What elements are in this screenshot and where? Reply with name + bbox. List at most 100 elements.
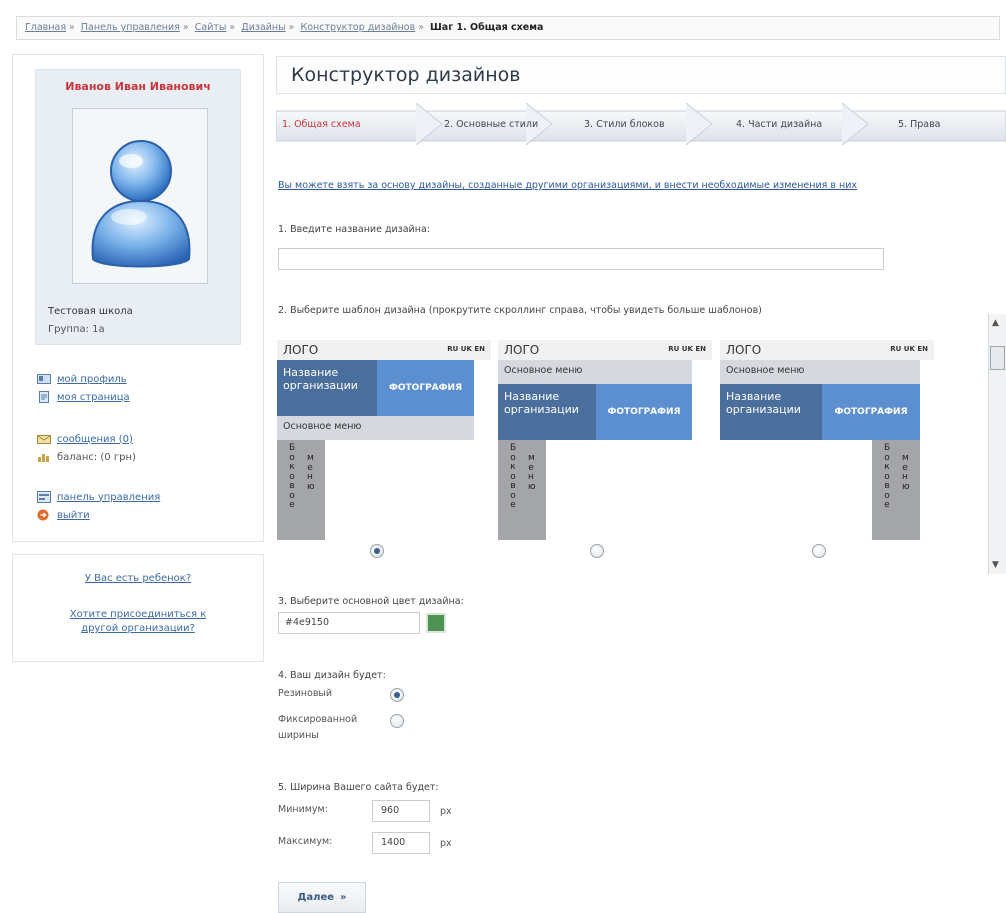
breadcrumb-separator: » [229, 22, 236, 33]
avatar[interactable] [72, 108, 208, 284]
kids-question-link[interactable]: У Вас есть ребенок? [13, 573, 263, 584]
template-side-block: Боковое меню [872, 440, 920, 540]
sidebar-link-logout[interactable]: выйти [57, 510, 90, 521]
join-organization-link[interactable]: Хотите присоединиться к другой организац… [53, 608, 223, 636]
breadcrumb-separator: » [69, 22, 75, 33]
breadcrumb-separator: » [182, 22, 189, 33]
sidebar-item-logout[interactable]: выйти [37, 509, 90, 521]
kids-card: У Вас есть ребенок? Хотите присоединитьс… [12, 554, 264, 662]
sidebar: Иванов Иван Иванович Тестовая школа Груп… [12, 54, 264, 542]
template-1[interactable]: ЛОГО RU UK EN Название организации ФОТОГ… [277, 340, 491, 540]
template-2-radio[interactable] [590, 544, 604, 558]
template-logo-text: ЛОГО [504, 343, 540, 357]
question-3-label: 3. Выберите основной цвет дизайна: [278, 596, 464, 607]
template-logo-text: ЛОГО [726, 343, 762, 357]
next-button-label: Далее [297, 892, 335, 903]
breadcrumb-panel[interactable]: Панель управления [81, 22, 180, 33]
sidebar-item-panel[interactable]: панель управления [37, 491, 160, 503]
templates-scrollbar[interactable]: ▲ ▼ [988, 314, 1006, 574]
template-org-block: Название организации [277, 360, 377, 416]
question-1-label: 1. Введите название дизайна: [278, 224, 430, 235]
sidebar-item-profile[interactable]: мой профиль [37, 373, 127, 385]
min-width-label: Минимум: [278, 804, 328, 815]
question-5-label: 5. Ширина Вашего сайта будет: [278, 782, 439, 793]
group-name: Группа: 1а [48, 324, 105, 335]
breadcrumb-separator: » [288, 22, 295, 33]
template-side-block: Боковое меню [498, 440, 546, 540]
info-link[interactable]: Вы можете взять за основу дизайны, созда… [278, 180, 857, 191]
scroll-up-arrow-icon[interactable]: ▲ [992, 318, 999, 328]
profile-card: Иванов Иван Иванович Тестовая школа Груп… [35, 69, 241, 345]
template-side-col-2: меню [902, 453, 910, 492]
template-2[interactable]: ЛОГО RU UK EN Основное меню Название орг… [498, 340, 712, 540]
layout-option-fluid-label: Резиновый [278, 688, 333, 699]
sidebar-item-page[interactable]: моя страница [37, 391, 130, 403]
step-5-tab[interactable]: 5. Права [898, 103, 941, 145]
template-menu-block: Основное меню [498, 360, 692, 384]
wizard-steps: 1. Общая схема 2. Основные стили 3. Стил… [276, 103, 1006, 145]
breadcrumb-sites[interactable]: Сайты [195, 22, 227, 33]
school-name: Тестовая школа [48, 306, 133, 317]
step-1-tab[interactable]: 1. Общая схема [282, 103, 361, 145]
sidebar-link-panel[interactable]: панель управления [57, 492, 160, 503]
layout-option-fixed-label: Фиксированной ширины [278, 714, 358, 741]
step-3-label: 3. Стили блоков [584, 118, 665, 130]
step-2-tab[interactable]: 2. Основные стили [444, 103, 538, 145]
template-org-block: Название организации [720, 384, 822, 440]
sidebar-item-messages[interactable]: сообщения (0) [37, 433, 133, 445]
template-1-radio[interactable] [370, 544, 384, 558]
scroll-down-arrow-icon[interactable]: ▼ [992, 560, 999, 570]
step-3-tab[interactable]: 3. Стили блоков [584, 103, 665, 145]
template-3[interactable]: ЛОГО RU UK EN Основное меню Название орг… [720, 340, 934, 540]
layout-fixed-radio[interactable] [390, 714, 404, 728]
page-title-bar: Конструктор дизайнов [276, 56, 1006, 94]
breadcrumb-constructor[interactable]: Конструктор дизайнов [300, 22, 415, 33]
breadcrumb-designs[interactable]: Дизайны [241, 22, 285, 33]
breadcrumb-home[interactable]: Главная [25, 22, 66, 33]
design-name-input[interactable] [278, 248, 884, 270]
step-4-tab[interactable]: 4. Части дизайна [736, 103, 822, 145]
template-org-block: Название организации [498, 384, 596, 440]
next-button[interactable]: Далее » [278, 882, 366, 913]
max-width-input[interactable]: 1400 [372, 832, 430, 854]
max-width-unit: px [440, 838, 452, 849]
template-logo-row: ЛОГО RU UK EN [498, 340, 712, 360]
step-2-label: 2. Основные стили [444, 118, 539, 130]
scroll-thumb[interactable] [990, 346, 1005, 370]
sidebar-link-profile[interactable]: мой профиль [57, 374, 127, 385]
step-5-label: 5. Права [898, 118, 941, 130]
template-side-col-1: Боковое [289, 443, 296, 510]
step-4-label: 4. Части дизайна [736, 118, 823, 130]
logout-icon [37, 509, 51, 521]
question-2-label: 2. Выберите шаблон дизайна (прокрутите с… [278, 305, 762, 316]
template-photo-block: ФОТОГРАФИЯ [596, 384, 692, 440]
sidebar-balance-text: баланс: (0 грн) [57, 451, 136, 463]
template-3-radio[interactable] [812, 544, 826, 558]
template-logo-row: ЛОГО RU UK EN [720, 340, 934, 360]
profile-card-icon [37, 373, 51, 385]
min-width-input[interactable]: 960 [372, 800, 430, 822]
template-langs: RU UK EN [890, 345, 928, 353]
sidebar-link-page[interactable]: моя страница [57, 392, 130, 403]
template-side-block: Боковое меню [277, 440, 325, 540]
template-logo-text: ЛОГО [283, 343, 319, 357]
next-arrow-icon: » [340, 892, 347, 903]
layout-fluid-radio[interactable] [390, 688, 404, 702]
control-panel-icon [37, 491, 51, 503]
template-langs: RU UK EN [447, 345, 485, 353]
template-langs: RU UK EN [668, 345, 706, 353]
color-picker-swatch[interactable] [426, 613, 446, 633]
template-side-col-2: меню [307, 453, 315, 492]
template-photo-block: ФОТОГРАФИЯ [377, 360, 474, 416]
question-4-label: 4. Ваш дизайн будет: [278, 670, 386, 681]
page-title: Конструктор дизайнов [291, 64, 521, 86]
template-menu-block: Основное меню [720, 360, 920, 384]
profile-name: Иванов Иван Иванович [65, 80, 211, 93]
step-1-label: 1. Общая схема [282, 118, 361, 130]
color-input[interactable]: #4e9150 [278, 612, 420, 634]
template-menu-block: Основное меню [277, 416, 474, 440]
template-logo-row: ЛОГО RU UK EN [277, 340, 491, 360]
template-side-col-1: Боковое [884, 443, 891, 510]
template-photo-block: ФОТОГРАФИЯ [822, 384, 920, 440]
sidebar-link-messages[interactable]: сообщения (0) [57, 434, 133, 445]
